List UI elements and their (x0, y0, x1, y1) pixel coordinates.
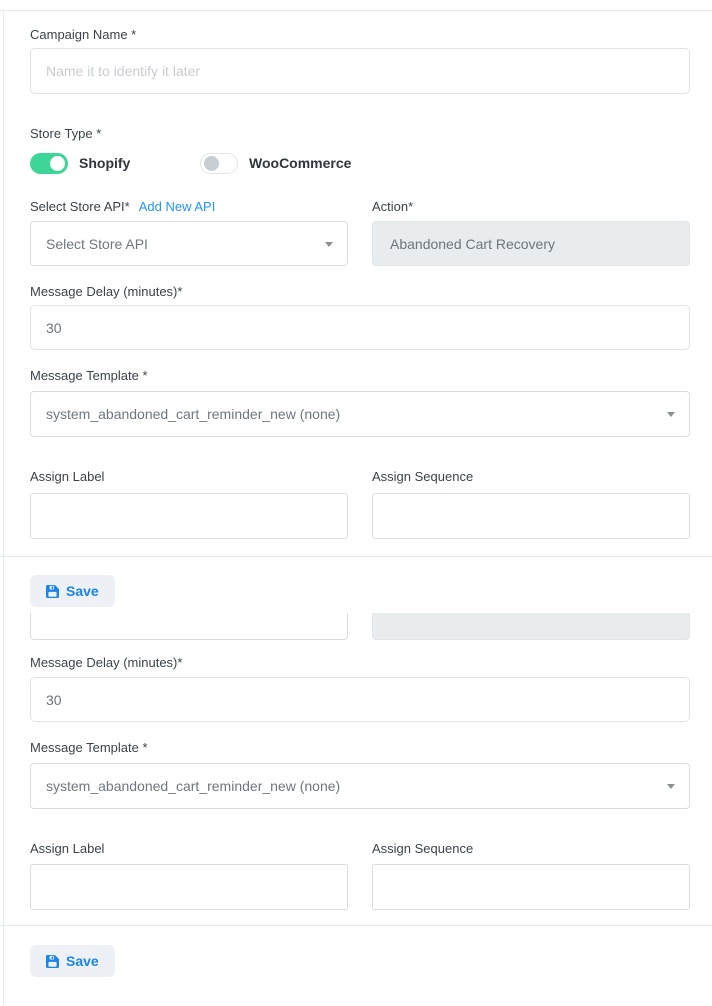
campaign-form-2: Message Delay (minutes)* Message Templat… (0, 655, 712, 910)
assign-fields-row (30, 864, 690, 910)
woocommerce-toggle[interactable] (200, 153, 238, 174)
assign-label-label: Assign Label (30, 469, 348, 485)
save-button[interactable]: Save (30, 575, 115, 607)
shopify-toggle[interactable] (30, 153, 68, 174)
store-type-label: Store Type * (30, 126, 690, 142)
woocommerce-toggle-group: WooCommerce (200, 153, 370, 174)
save-button-label: Save (66, 953, 99, 969)
caret-down-icon (667, 784, 675, 789)
campaign-form-1: Campaign Name * Store Type * Shopify Woo… (0, 27, 712, 539)
save-icon (46, 955, 59, 968)
assign-sequence-input[interactable] (372, 864, 690, 910)
caret-down-icon (667, 412, 675, 417)
store-api-action-labels-row: Select Store API* Add New API Action* (30, 199, 690, 215)
save-icon (46, 585, 59, 598)
campaign-name-label: Campaign Name * (30, 27, 690, 43)
save-button-label: Save (66, 583, 99, 599)
card-left-border (3, 10, 4, 1006)
toggle-knob (50, 156, 65, 171)
assign-fields-row (30, 493, 690, 539)
message-delay-input[interactable] (30, 677, 690, 722)
assign-sequence-label: Assign Sequence (372, 841, 690, 857)
message-template-selected-value: system_abandoned_cart_reminder_new (none… (46, 778, 340, 794)
form-2-footer: Save (0, 926, 712, 977)
store-api-select[interactable]: Select Store API (30, 221, 348, 266)
assign-labels-row: Assign Label Assign Sequence (30, 469, 690, 485)
action-field-disabled: Abandoned Cart Recovery (372, 221, 690, 266)
message-delay-input[interactable] (30, 305, 690, 350)
assign-label-input[interactable] (30, 493, 348, 539)
shopify-toggle-group: Shopify (30, 153, 200, 174)
message-template-label: Message Template * (30, 740, 690, 756)
assign-label-input[interactable] (30, 864, 348, 910)
action-label: Action* (372, 199, 690, 215)
save-button[interactable]: Save (30, 945, 115, 977)
message-template-label: Message Template * (30, 368, 690, 384)
assign-label-label: Assign Label (30, 841, 348, 857)
message-delay-label: Message Delay (minutes)* (30, 655, 690, 671)
action-field-clipped (372, 613, 690, 640)
woocommerce-toggle-label: WooCommerce (249, 155, 351, 171)
add-new-api-link[interactable]: Add New API (139, 199, 216, 214)
campaign-form-page: Campaign Name * Store Type * Shopify Woo… (0, 10, 712, 1006)
form-1-footer: Save (0, 557, 712, 613)
toggle-knob (204, 156, 219, 171)
caret-down-icon (325, 242, 333, 247)
card-top-border (0, 10, 712, 11)
select-store-api-label: Select Store API* (30, 199, 130, 215)
shopify-toggle-label: Shopify (79, 155, 130, 171)
assign-sequence-input[interactable] (372, 493, 690, 539)
store-api-action-fields-row: Select Store API Abandoned Cart Recovery (30, 221, 690, 266)
message-template-select[interactable]: system_abandoned_cart_reminder_new (none… (30, 391, 690, 437)
assign-sequence-label: Assign Sequence (372, 469, 690, 485)
campaign-name-input[interactable] (30, 48, 690, 94)
clipped-fields-row (0, 613, 712, 640)
store-type-toggle-row: Shopify WooCommerce (30, 151, 690, 175)
store-api-select-clipped[interactable] (30, 613, 348, 640)
message-template-select[interactable]: system_abandoned_cart_reminder_new (none… (30, 763, 690, 809)
message-delay-label: Message Delay (minutes)* (30, 284, 690, 300)
store-api-selected-value: Select Store API (46, 236, 148, 252)
message-template-selected-value: system_abandoned_cart_reminder_new (none… (46, 406, 340, 422)
action-value: Abandoned Cart Recovery (390, 236, 555, 252)
assign-labels-row: Assign Label Assign Sequence (30, 841, 690, 857)
